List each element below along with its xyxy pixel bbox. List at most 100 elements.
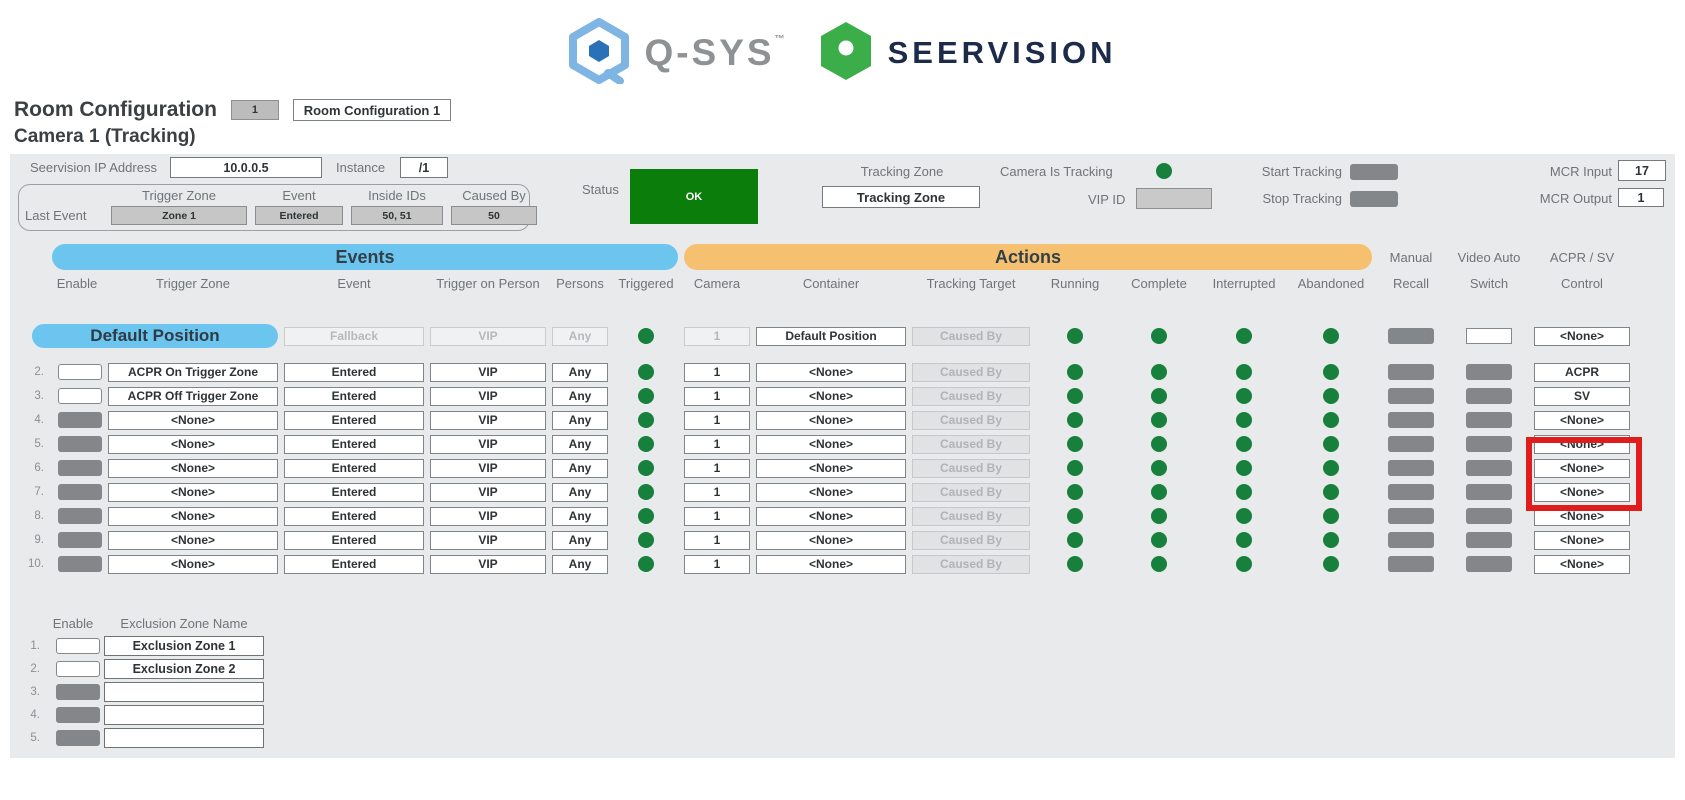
trigger-zone-select[interactable]: <None>: [108, 531, 278, 550]
container-select[interactable]: <None>: [756, 435, 906, 454]
default-container-select[interactable]: Default Position: [756, 327, 906, 346]
trigger-zone-select[interactable]: <None>: [108, 459, 278, 478]
start-tracking-button[interactable]: [1350, 164, 1398, 180]
camera-field[interactable]: 1: [684, 387, 750, 406]
recall-button[interactable]: [1388, 484, 1434, 500]
camera-field[interactable]: 1: [684, 459, 750, 478]
enable-toggle[interactable]: [56, 638, 100, 654]
default-control-select[interactable]: <None>: [1534, 327, 1630, 346]
event-select[interactable]: Entered: [284, 483, 424, 502]
trigger-zone-select[interactable]: <None>: [108, 507, 278, 526]
persons-select[interactable]: Any: [552, 411, 608, 430]
camera-field[interactable]: 1: [684, 435, 750, 454]
enable-toggle[interactable]: [58, 364, 102, 380]
trigger-on-person-select[interactable]: VIP: [430, 387, 546, 406]
event-select[interactable]: Entered: [284, 507, 424, 526]
event-select[interactable]: Entered: [284, 387, 424, 406]
container-select[interactable]: <None>: [756, 387, 906, 406]
recall-button[interactable]: [1388, 556, 1434, 572]
exclusion-zone-name-field[interactable]: [104, 682, 264, 702]
default-switch-toggle[interactable]: [1466, 328, 1512, 344]
recall-button[interactable]: [1388, 412, 1434, 428]
trigger-on-person-select[interactable]: VIP: [430, 435, 546, 454]
enable-toggle[interactable]: [58, 436, 102, 452]
container-select[interactable]: <None>: [756, 411, 906, 430]
control-select[interactable]: <None>: [1534, 555, 1630, 574]
trigger-zone-select[interactable]: <None>: [108, 435, 278, 454]
enable-toggle[interactable]: [58, 532, 102, 548]
trigger-on-person-select[interactable]: VIP: [430, 363, 546, 382]
exclusion-zone-name-field[interactable]: [104, 705, 264, 725]
control-select[interactable]: <None>: [1534, 411, 1630, 430]
event-select[interactable]: Entered: [284, 459, 424, 478]
camera-field[interactable]: 1: [684, 411, 750, 430]
exclusion-zone-name-field[interactable]: Exclusion Zone 2: [104, 659, 264, 679]
switch-toggle[interactable]: [1466, 364, 1512, 380]
trigger-on-person-select[interactable]: VIP: [430, 531, 546, 550]
switch-toggle[interactable]: [1466, 556, 1512, 572]
enable-toggle[interactable]: [58, 508, 102, 524]
persons-select[interactable]: Any: [552, 507, 608, 526]
trigger-on-person-select[interactable]: VIP: [430, 411, 546, 430]
trigger-zone-select[interactable]: <None>: [108, 555, 278, 574]
trigger-on-person-select[interactable]: VIP: [430, 555, 546, 574]
event-select[interactable]: Entered: [284, 531, 424, 550]
switch-toggle[interactable]: [1466, 484, 1512, 500]
switch-toggle[interactable]: [1466, 532, 1512, 548]
recall-button[interactable]: [1388, 436, 1434, 452]
persons-select[interactable]: Any: [552, 555, 608, 574]
event-select[interactable]: Entered: [284, 363, 424, 382]
trigger-on-person-select[interactable]: VIP: [430, 459, 546, 478]
control-select[interactable]: <None>: [1534, 531, 1630, 550]
enable-toggle[interactable]: [58, 388, 102, 404]
room-configuration-name-field[interactable]: Room Configuration 1: [293, 99, 451, 121]
camera-field[interactable]: 1: [684, 507, 750, 526]
trigger-zone-select[interactable]: <None>: [108, 411, 278, 430]
container-select[interactable]: <None>: [756, 531, 906, 550]
switch-toggle[interactable]: [1466, 436, 1512, 452]
camera-field[interactable]: 1: [684, 531, 750, 550]
event-select[interactable]: Entered: [284, 555, 424, 574]
enable-toggle[interactable]: [58, 460, 102, 476]
container-select[interactable]: <None>: [756, 483, 906, 502]
container-select[interactable]: <None>: [756, 507, 906, 526]
trigger-on-person-select[interactable]: VIP: [430, 483, 546, 502]
camera-field[interactable]: 1: [684, 363, 750, 382]
control-select[interactable]: <None>: [1534, 435, 1630, 454]
container-select[interactable]: <None>: [756, 363, 906, 382]
container-select[interactable]: <None>: [756, 555, 906, 574]
enable-toggle[interactable]: [56, 707, 100, 723]
control-select[interactable]: SV: [1534, 387, 1630, 406]
persons-select[interactable]: Any: [552, 483, 608, 502]
control-select[interactable]: ACPR: [1534, 363, 1630, 382]
camera-field[interactable]: 1: [684, 555, 750, 574]
trigger-on-person-select[interactable]: VIP: [430, 507, 546, 526]
persons-select[interactable]: Any: [552, 363, 608, 382]
enable-toggle[interactable]: [58, 556, 102, 572]
persons-select[interactable]: Any: [552, 435, 608, 454]
persons-select[interactable]: Any: [552, 459, 608, 478]
mcr-input-field[interactable]: 17: [1618, 160, 1666, 181]
enable-toggle[interactable]: [56, 684, 100, 700]
camera-field[interactable]: 1: [684, 483, 750, 502]
switch-toggle[interactable]: [1466, 388, 1512, 404]
trigger-zone-select[interactable]: ACPR Off Trigger Zone: [108, 387, 278, 406]
room-configuration-index[interactable]: 1: [231, 100, 279, 120]
trigger-zone-select[interactable]: ACPR On Trigger Zone: [108, 363, 278, 382]
switch-toggle[interactable]: [1466, 508, 1512, 524]
event-select[interactable]: Entered: [284, 411, 424, 430]
default-recall-button[interactable]: [1388, 328, 1434, 344]
recall-button[interactable]: [1388, 364, 1434, 380]
container-select[interactable]: <None>: [756, 459, 906, 478]
switch-toggle[interactable]: [1466, 412, 1512, 428]
control-select[interactable]: <None>: [1534, 459, 1630, 478]
stop-tracking-button[interactable]: [1350, 191, 1398, 207]
exclusion-zone-name-field[interactable]: Exclusion Zone 1: [104, 636, 264, 656]
mcr-output-field[interactable]: 1: [1618, 188, 1664, 207]
switch-toggle[interactable]: [1466, 460, 1512, 476]
control-select[interactable]: <None>: [1534, 483, 1630, 502]
recall-button[interactable]: [1388, 508, 1434, 524]
exclusion-zone-name-field[interactable]: [104, 728, 264, 748]
ip-address-field[interactable]: 10.0.0.5: [170, 157, 322, 178]
tracking-zone-select[interactable]: Tracking Zone: [822, 186, 980, 208]
